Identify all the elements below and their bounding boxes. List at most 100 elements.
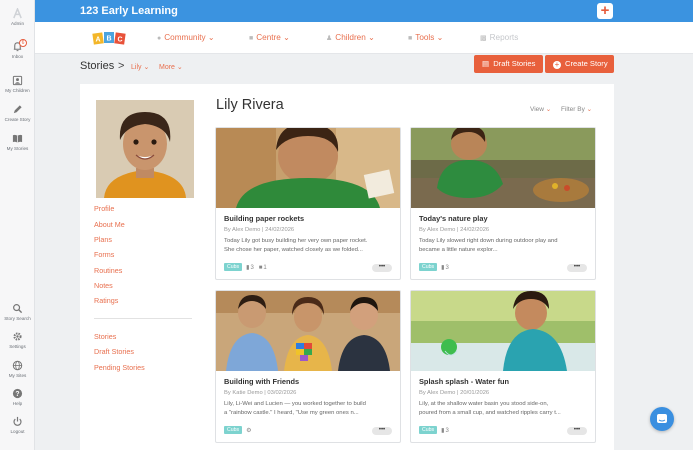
story-more-button[interactable]: ••• bbox=[567, 264, 587, 272]
story-more-button[interactable]: ••• bbox=[372, 427, 392, 435]
story-excerpt: Lily, Li-Wei and Lucien — you worked tog… bbox=[224, 401, 366, 416]
rail-story-search[interactable]: Story Search bbox=[0, 303, 35, 322]
story-title[interactable]: Building with Friends bbox=[224, 377, 299, 386]
rail-help-label: Help bbox=[12, 401, 23, 406]
story-photo[interactable] bbox=[216, 291, 400, 371]
story-card[interactable]: Building paper rockets By Alex Demo | 24… bbox=[215, 127, 401, 280]
community-icon: ● bbox=[157, 35, 162, 42]
group-icon: ⚙ bbox=[246, 428, 252, 434]
nav-reports[interactable]: ▩ Reports bbox=[480, 33, 518, 44]
story-meta: By Alex Demo | 24/02/2026 bbox=[224, 227, 295, 233]
side-link-plans[interactable]: Plans bbox=[94, 235, 112, 244]
brand-name: 123 Early Learning bbox=[80, 5, 178, 17]
group-tag: Cubs bbox=[224, 263, 243, 271]
nav-reports-label: Reports bbox=[489, 33, 519, 42]
view-label: View bbox=[530, 106, 544, 113]
tools-icon: ■ bbox=[408, 35, 413, 42]
child-filter-label: Lily bbox=[131, 64, 142, 71]
photo-count: 3 bbox=[445, 265, 449, 271]
story-card[interactable]: Today's nature play By Alex Demo | 24/02… bbox=[410, 127, 596, 280]
side-link-about-me[interactable]: About Me bbox=[94, 220, 125, 229]
main-nav: A B C ● Community ⌄ ■ Centre ⌄ ♟ Children ⌄… bbox=[35, 22, 693, 54]
rail-logout[interactable]: Logout bbox=[0, 416, 35, 435]
rail-my-sites-label: My Sites bbox=[8, 373, 27, 378]
group-tag: Cubs bbox=[224, 426, 243, 434]
rail-settings[interactable]: Settings bbox=[0, 331, 35, 350]
side-link-draft-stories[interactable]: Draft Stories bbox=[94, 347, 134, 356]
content-panel: Profile About Me Plans Forms Routines No… bbox=[80, 84, 614, 450]
side-link-forms[interactable]: Forms bbox=[94, 250, 114, 259]
rail-admin-label: Admin bbox=[10, 21, 25, 26]
side-link-profile[interactable]: Profile bbox=[94, 204, 114, 213]
help-icon: ? bbox=[12, 388, 23, 399]
rail-my-children-label: My Children bbox=[5, 88, 30, 93]
rail-admin[interactable]: Admin bbox=[0, 8, 35, 27]
child-filter-dropdown[interactable]: Lily ⌄ bbox=[131, 63, 149, 72]
filter-by-dropdown[interactable]: Filter By ⌄ bbox=[561, 105, 592, 114]
story-photo-water-fun bbox=[411, 291, 595, 371]
photo-icon: ▮ bbox=[441, 265, 445, 271]
rail-inbox[interactable]: 6 Inbox bbox=[0, 39, 35, 60]
draft-icon: ▤ bbox=[482, 59, 490, 68]
logo-letter-a: A bbox=[95, 37, 100, 44]
chevron-down-icon: ⌄ bbox=[143, 64, 150, 71]
story-title[interactable]: Splash splash - Water fun bbox=[419, 377, 509, 386]
create-story-button[interactable]: + Create Story bbox=[545, 55, 614, 73]
rail-help[interactable]: ? Help bbox=[0, 388, 35, 407]
story-photo[interactable] bbox=[411, 291, 595, 371]
story-footer: Cubs ⚙ bbox=[224, 426, 253, 436]
story-excerpt: Lily, at the shallow water basin you sto… bbox=[419, 401, 561, 416]
story-excerpt: Today Lily got busy building her very ow… bbox=[224, 238, 368, 253]
add-button[interactable]: + bbox=[597, 3, 613, 19]
story-photo[interactable] bbox=[216, 128, 400, 208]
more-dropdown[interactable]: More ⌄ bbox=[159, 63, 183, 72]
draft-stories-button[interactable]: ▤ Draft Stories bbox=[474, 55, 543, 73]
story-photo-building-friends bbox=[216, 291, 400, 371]
group-tag: Cubs bbox=[419, 263, 438, 271]
story-card[interactable]: Splash splash - Water fun By Alex Demo |… bbox=[410, 290, 596, 443]
rail-my-stories-label: My Stories bbox=[6, 146, 29, 151]
rail-my-sites[interactable]: My Sites bbox=[0, 360, 35, 379]
create-story-label: Create Story bbox=[565, 59, 608, 68]
search-icon bbox=[13, 304, 23, 314]
comment-count: 1 bbox=[263, 265, 267, 271]
story-more-button[interactable]: ••• bbox=[567, 427, 587, 435]
story-footer: Cubs ▮3 bbox=[419, 426, 454, 436]
side-link-notes[interactable]: Notes bbox=[94, 281, 113, 290]
side-link-ratings[interactable]: Ratings bbox=[94, 296, 118, 305]
more-label: More bbox=[159, 64, 175, 71]
nav-community[interactable]: ● Community ⌄ bbox=[157, 33, 215, 44]
nav-tools[interactable]: ■ Tools ⌄ bbox=[408, 33, 444, 44]
page-title: Stories bbox=[80, 60, 115, 72]
nav-centre[interactable]: ■ Centre ⌄ bbox=[249, 33, 290, 44]
nav-community-label: Community bbox=[164, 33, 206, 42]
rail-my-stories[interactable]: My Stories bbox=[0, 133, 35, 152]
story-title[interactable]: Today's nature play bbox=[419, 214, 488, 223]
chevron-down-icon: ⌄ bbox=[368, 33, 375, 42]
side-link-routines[interactable]: Routines bbox=[94, 266, 122, 275]
rail-create-story[interactable]: Create Story bbox=[0, 104, 35, 123]
rail-create-story-label: Create Story bbox=[4, 117, 31, 122]
story-meta: By Katie Demo | 03/02/2026 bbox=[224, 390, 297, 396]
filter-by-label: Filter By bbox=[561, 106, 585, 113]
chat-icon bbox=[657, 414, 667, 423]
side-link-pending-stories[interactable]: Pending Stories bbox=[94, 363, 145, 372]
rail-logout-label: Logout bbox=[10, 429, 25, 434]
breadcrumb-chevron-icon: > bbox=[118, 60, 125, 72]
rail-my-children[interactable]: My Children bbox=[0, 75, 35, 94]
story-title[interactable]: Building paper rockets bbox=[224, 214, 304, 223]
rail-story-search-label: Story Search bbox=[4, 316, 31, 321]
admin-logo-icon bbox=[13, 8, 22, 19]
story-more-button[interactable]: ••• bbox=[372, 264, 392, 272]
abc-logo[interactable]: A B C bbox=[92, 28, 126, 48]
child-portrait-image bbox=[96, 100, 194, 198]
story-photo[interactable] bbox=[411, 128, 595, 208]
chat-button[interactable] bbox=[650, 407, 674, 431]
logo-letter-b: B bbox=[106, 36, 111, 43]
view-dropdown[interactable]: View ⌄ bbox=[530, 105, 551, 114]
side-link-stories[interactable]: Stories bbox=[94, 332, 116, 341]
nav-children[interactable]: ♟ Children ⌄ bbox=[326, 33, 375, 44]
top-bar: 123 Early Learning + bbox=[35, 0, 693, 22]
story-card[interactable]: Building with Friends By Katie Demo | 03… bbox=[215, 290, 401, 443]
group-tag: Cubs bbox=[419, 426, 438, 434]
